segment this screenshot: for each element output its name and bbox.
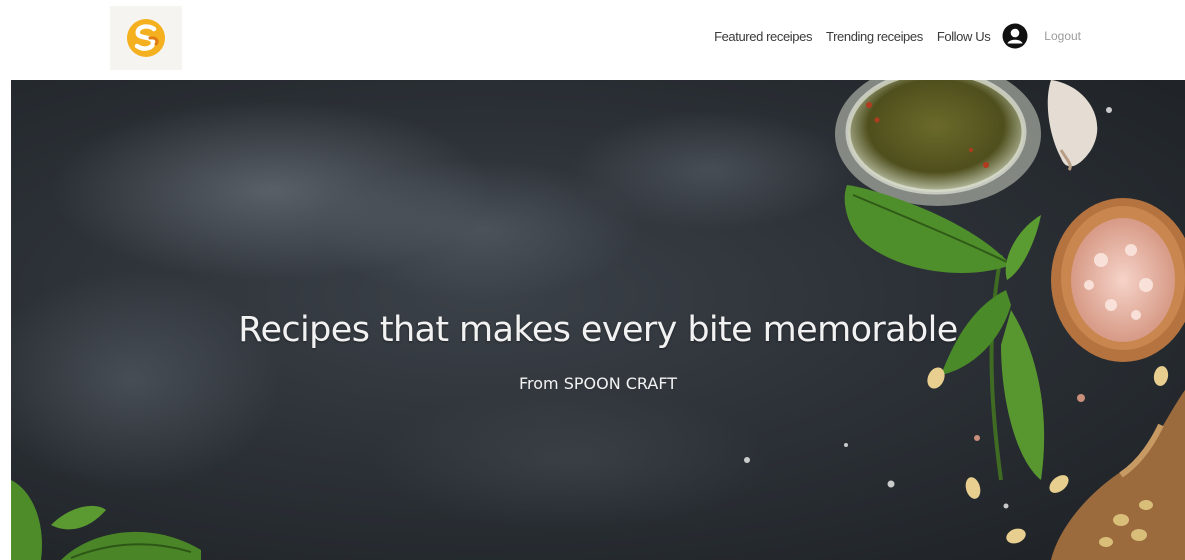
nav-follow-us[interactable]: Follow Us [937,29,991,44]
nav-trending-recipes[interactable]: Trending receipes [826,29,923,44]
user-avatar-icon[interactable] [1002,23,1028,49]
hero-title: Recipes that makes every bite memorable [238,310,958,350]
spoon-craft-logo-icon [127,19,165,57]
page: Featured receipes Trending receipes Foll… [0,0,1185,560]
logout-link[interactable]: Logout [1044,29,1081,43]
nav-featured-recipes[interactable]: Featured receipes [714,29,812,44]
hero-subtitle: From SPOON CRAFT [518,374,678,393]
main-nav: Featured receipes Trending receipes Foll… [714,22,1081,50]
site-header: Featured receipes Trending receipes Foll… [0,0,1185,80]
site-logo[interactable] [110,6,182,70]
hero-banner: Recipes that makes every bite memorable … [11,80,1185,560]
